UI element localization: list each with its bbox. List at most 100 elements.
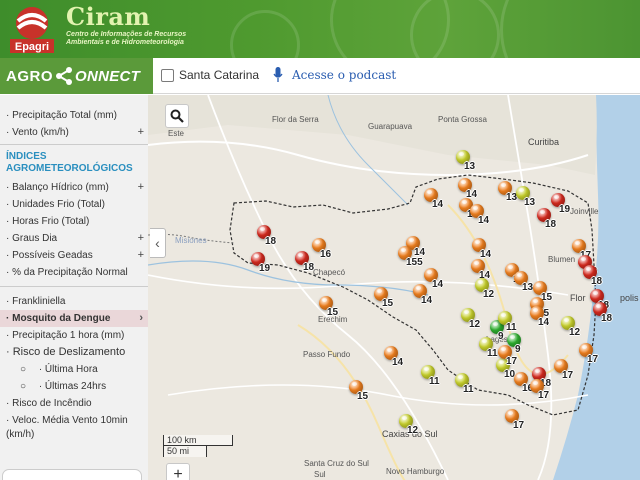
sidebar-item-label: · Frankliniella	[6, 296, 66, 307]
station-value: 11	[429, 376, 440, 387]
banner-decoration	[500, 0, 640, 58]
top-navbar: AGRO ONNECT Santa Catarina Acesse o podc…	[0, 58, 640, 94]
station-value: 14	[480, 249, 492, 260]
place-label: Passo Fundo	[303, 350, 351, 359]
ciram-subtitle-line1: Centro de Informações de Recursos	[66, 31, 187, 38]
layer-sidebar: · Precipitação Total (mm) · Vento (km/h)…	[0, 95, 148, 480]
expand-plus-icon[interactable]: +	[138, 247, 144, 264]
epagri-emblem-icon: Epagri	[10, 7, 54, 53]
sidebar-item-label: · Precipitação Total (mm)	[6, 110, 117, 121]
sidebar-item-label: · % da Precipitação Normal	[6, 267, 128, 278]
ciram-subtitle-line2: Ambientais e de Hidrometeorologia	[66, 39, 184, 46]
place-label: Misiones	[175, 236, 207, 245]
station-value: 16	[320, 249, 332, 260]
station-value: 11	[463, 384, 474, 395]
sidebar-item-label: · Unidades Frio (Total)	[6, 199, 105, 210]
station-value: 18	[545, 219, 557, 230]
search-icon	[170, 109, 184, 123]
sidebar-item-veloc-vento[interactable]: · Veloc. Média Vento 10min (km/h)	[0, 412, 148, 444]
state-filter-checkbox[interactable]	[161, 69, 174, 82]
section-heading-line1: ÍNDICES	[6, 151, 47, 162]
scale-km: 100 km	[163, 435, 233, 446]
expand-plus-icon[interactable]: +	[138, 230, 144, 247]
ciram-title: Ciram	[66, 2, 151, 31]
sidebar-item-label-continued: (km/h)	[6, 429, 35, 440]
station-value: 11	[487, 348, 498, 359]
sidebar-item-precipitacao-total[interactable]: · Precipitação Total (mm)	[0, 107, 148, 124]
sidebar-item-vento[interactable]: · Vento (km/h) +	[0, 124, 148, 141]
sidebar-item-label: · Vento (km/h)	[6, 127, 69, 138]
sidebar-item-label: · Última Hora	[38, 364, 98, 375]
place-label: Blumen	[548, 255, 576, 264]
place-label: Guarapuava	[368, 122, 413, 131]
station-value: 14	[432, 199, 444, 210]
sidebar-item-graus-dia[interactable]: · Graus Dia +	[0, 230, 148, 247]
sidebar-item-label: · Graus Dia	[6, 233, 58, 244]
circle-bullet-icon: ○	[20, 381, 27, 392]
sidebar-item-mosquito-dengue[interactable]: · Mosquito da Dengue ›	[0, 310, 148, 327]
map-view[interactable]: Este Flor da Serra Guarapuava Ponta Gros…	[148, 95, 640, 480]
sidebar-item-precipitacao-normal[interactable]: · % da Precipitação Normal	[0, 264, 148, 281]
station-value: 18	[303, 262, 315, 273]
section-heading-line2: AGROMETEOROLÓGICOS	[6, 163, 133, 174]
sidebar-item-risco-deslizamento[interactable]: · Risco de Deslizamento	[0, 344, 148, 361]
station-value: 17	[538, 390, 550, 401]
station-value: 13	[524, 197, 536, 208]
ciram-logo[interactable]: Ciram Centro de Informações de Recursos …	[66, 4, 186, 47]
sidebar-item-risco-incendio[interactable]: · Risco de Incêndio	[0, 395, 148, 412]
place-label: Chapecó	[313, 268, 346, 277]
header-banner: Epagri Ciram Centro de Informações de Re…	[0, 0, 640, 58]
place-label: Ponta Grossa	[438, 115, 487, 124]
station-value: 13	[522, 282, 534, 293]
station-value: 14	[392, 357, 404, 368]
section-heading-indices: ÍNDICES AGROMETEOROLÓGICOS	[0, 151, 148, 175]
station-value: 14	[538, 317, 550, 328]
brand-connect-text: ONNECT	[75, 67, 141, 85]
sidebar-item-label: · Risco de Deslizamento	[6, 346, 126, 358]
agroconnect-logo[interactable]: AGRO ONNECT	[0, 58, 153, 94]
expand-plus-icon[interactable]: +	[138, 179, 144, 196]
sidebar-item-label: · Risco de Incêndio	[6, 398, 92, 409]
place-label: Santa Cruz do Sul	[304, 459, 369, 468]
station-value: 19	[559, 204, 571, 215]
state-filter-label[interactable]: Santa Catarina	[179, 68, 259, 82]
sidebar-subitem-ultima-hora[interactable]: ○ · Última Hora	[0, 361, 148, 378]
station-value: 15	[382, 298, 394, 309]
station-value: 12	[407, 425, 419, 436]
sidebar-item-possiveis-geadas[interactable]: · Possíveis Geadas +	[0, 247, 148, 264]
sidebar-item-horas-frio[interactable]: · Horas Frio (Total)	[0, 213, 148, 230]
zoom-in-button[interactable]: +	[166, 463, 190, 480]
map-search-button[interactable]	[165, 104, 189, 128]
sidebar-item-balanco-hidrico[interactable]: · Balanço Hídrico (mm) +	[0, 179, 148, 196]
epagri-logo[interactable]: Epagri	[4, 3, 60, 55]
podcast-link[interactable]: Acesse o podcast	[292, 68, 396, 82]
sidebar-item-frankliniella[interactable]: · Frankliniella	[0, 293, 148, 310]
collapse-sidebar-button[interactable]: ‹	[150, 228, 166, 258]
station-value: 14	[421, 295, 433, 306]
station-value: 11	[506, 322, 517, 333]
station-value: 155	[406, 257, 423, 268]
station-value: 19	[259, 263, 271, 274]
station-value: 12	[483, 289, 495, 300]
sidebar-subitem-ultimas-24hrs[interactable]: ○ · Últimas 24hrs	[0, 378, 148, 395]
microphone-icon[interactable]	[273, 67, 283, 83]
place-label: Flor da Serra	[272, 115, 319, 124]
place-label: polis	[620, 293, 639, 303]
sidebar-bottom-widget[interactable]	[2, 469, 142, 480]
sidebar-item-unidades-frio[interactable]: · Unidades Frio (Total)	[0, 196, 148, 213]
place-label: Sul	[314, 470, 326, 479]
chevron-left-icon: ‹	[155, 235, 160, 251]
circle-bullet-icon: ○	[20, 364, 27, 375]
station-value: 17	[562, 370, 574, 381]
station-value: 12	[469, 319, 481, 330]
station-value: 18	[265, 236, 277, 247]
station-value: 17	[506, 356, 518, 367]
sidebar-item-label: · Últimas 24hrs	[38, 381, 107, 392]
brand-agro-text: AGRO	[6, 67, 53, 85]
expand-plus-icon[interactable]: +	[138, 124, 144, 141]
sidebar-item-label: · Precipitação 1 hora (mm)	[6, 330, 125, 341]
place-label: Curitiba	[528, 137, 560, 147]
sidebar-item-precipitacao-1-hora[interactable]: · Precipitação 1 hora (mm)	[0, 327, 148, 344]
share-nodes-icon	[56, 67, 72, 85]
sidebar-item-label: · Veloc. Média Vento 10min	[6, 415, 128, 426]
